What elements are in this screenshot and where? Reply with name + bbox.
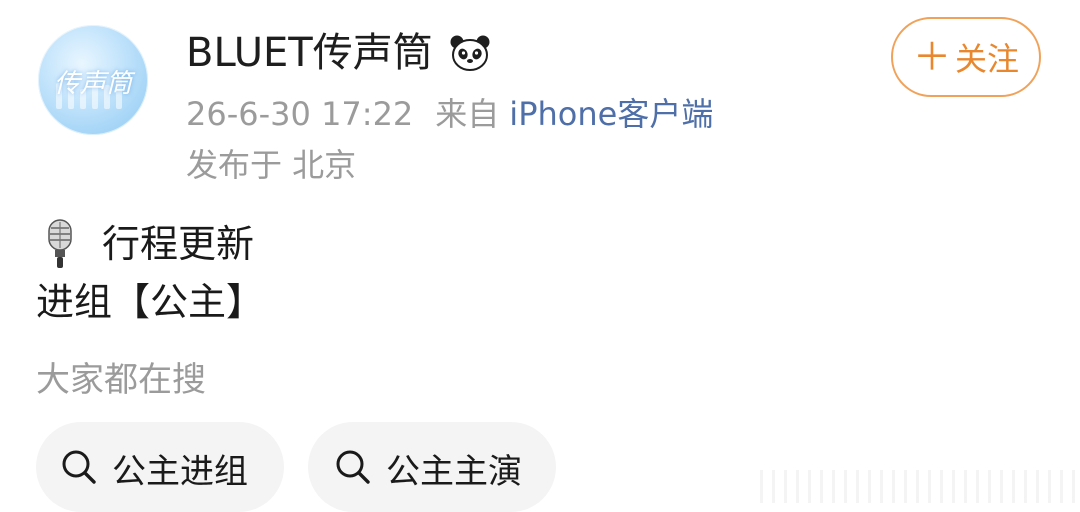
hot-search-chip-text: 公主进组: [112, 452, 248, 492]
post-text-line-2: 进组【公主】: [36, 280, 265, 324]
follow-label: 关注: [955, 40, 1020, 78]
hot-search-chip-text: 公主主演: [386, 452, 522, 492]
panda-icon: [450, 35, 490, 71]
post-line-1: 行程更新: [40, 218, 254, 270]
post-date: 26-6-30 17:22: [186, 95, 414, 133]
post-text-line-1: 行程更新: [102, 222, 255, 266]
author-name[interactable]: BLUET传声筒: [186, 28, 433, 78]
source-link[interactable]: iPhone客户端: [509, 95, 713, 133]
source-prefix: 来自: [435, 95, 500, 133]
post-meta: 26-6-30 17:22 来自 iPhone客户端: [186, 92, 713, 136]
avatar-logo-text: 传声筒: [53, 69, 132, 99]
bottom-fade-decoration: [760, 470, 1080, 503]
avatar[interactable]: 传声筒: [38, 25, 148, 135]
follow-button[interactable]: ＋ 关注: [891, 17, 1041, 97]
search-icon: [62, 450, 96, 484]
microphone-icon: [48, 219, 72, 268]
author-name-row[interactable]: BLUET传声筒: [186, 28, 491, 78]
search-icon: [336, 450, 370, 484]
post-location: 发布于 北京: [186, 146, 357, 184]
hot-search-chip[interactable]: 公主主演: [308, 422, 556, 512]
hot-search-label: 大家都在搜: [36, 360, 206, 400]
hot-search-chip[interactable]: 公主进组: [36, 422, 284, 512]
plus-icon: ＋: [912, 35, 951, 79]
